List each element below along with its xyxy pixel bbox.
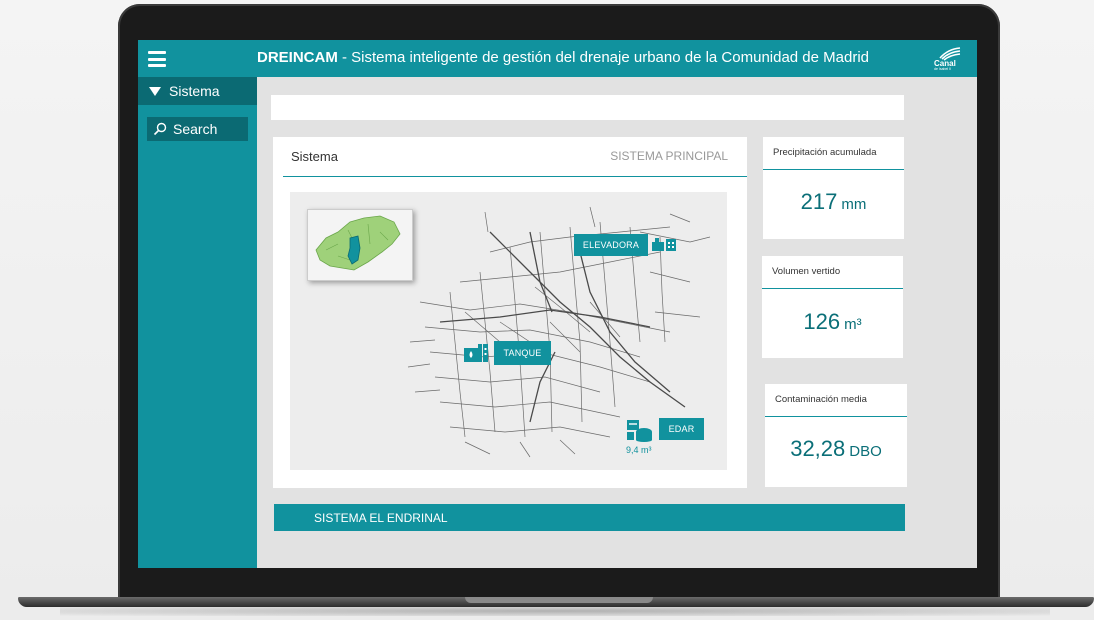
treatment-plant-icon <box>627 418 653 447</box>
tanque-label[interactable]: TANQUE <box>494 341 551 365</box>
app-title: DREINCAM - Sistema inteligente de gestió… <box>257 49 869 66</box>
app-title-rest: - Sistema inteligente de gestión del dre… <box>337 49 870 66</box>
kpi-divider <box>765 416 907 417</box>
kpi-unit: DBO <box>849 443 882 460</box>
kpi-divider <box>763 169 904 170</box>
menu-icon[interactable] <box>148 51 166 67</box>
app-screen: DREINCAM - Sistema inteligente de gestió… <box>138 40 977 568</box>
kpi-value: 126 m³ <box>762 309 903 335</box>
edar-volume: 9,4 m³ <box>626 445 652 455</box>
system-el-endrinal-bar[interactable]: SISTEMA EL ENDRINAL <box>274 504 905 531</box>
pump-station-icon <box>652 235 678 258</box>
tank-icon <box>464 342 490 367</box>
kpi-label: Precipitación acumulada <box>773 147 877 158</box>
system-map[interactable]: ELEVADORA TANQUE EDAR 9,4 m³ <box>290 192 727 470</box>
panel-divider <box>283 176 747 177</box>
panel-title: Sistema <box>291 149 338 164</box>
search-button[interactable]: Search <box>147 117 248 141</box>
kpi-card-contamination: Contaminación media 32,28 DBO <box>765 384 907 487</box>
logo-subtext: de Isabel II <box>934 67 952 71</box>
laptop-notch <box>465 597 653 603</box>
kpi-label: Contaminación media <box>775 394 867 405</box>
app-title-bold: DREINCAM <box>257 49 338 66</box>
sidebar-section-label: Sistema <box>169 83 220 99</box>
search-icon <box>153 122 167 136</box>
top-bar: DREINCAM - Sistema inteligente de gestió… <box>138 40 977 77</box>
elevadora-label[interactable]: ELEVADORA <box>574 234 648 256</box>
triangle-down-icon <box>149 86 161 96</box>
kpi-value: 32,28 DBO <box>765 436 907 462</box>
kpi-number: 217 <box>800 189 838 214</box>
kpi-number: 32,28 <box>790 436 846 461</box>
panel-subtitle: SISTEMA PRINCIPAL <box>610 149 728 163</box>
bottom-bar-label: SISTEMA EL ENDRINAL <box>314 510 448 525</box>
system-panel: Sistema SISTEMA PRINCIPAL ELEVADORA TANQ… <box>273 137 747 488</box>
kpi-value: 217 mm <box>763 189 904 215</box>
sidebar: Sistema Search <box>138 77 257 568</box>
canal-logo: Canal de Isabel II <box>934 47 962 73</box>
sidebar-section-sistema[interactable]: Sistema <box>138 77 257 105</box>
stage: DREINCAM - Sistema inteligente de gestió… <box>0 0 1094 620</box>
kpi-unit: mm <box>841 196 867 213</box>
kpi-card-volume: Volumen vertido 126 m³ <box>762 256 903 358</box>
filter-bar[interactable] <box>271 95 904 120</box>
region-inset-map <box>307 209 413 281</box>
kpi-divider <box>762 288 903 289</box>
kpi-number: 126 <box>803 309 841 334</box>
edar-label[interactable]: EDAR <box>659 418 704 440</box>
laptop-shadow <box>60 606 1050 616</box>
kpi-label: Volumen vertido <box>772 266 841 277</box>
kpi-card-precipitation: Precipitación acumulada 217 mm <box>763 137 904 239</box>
search-label: Search <box>173 121 218 137</box>
kpi-unit: m³ <box>844 316 862 333</box>
